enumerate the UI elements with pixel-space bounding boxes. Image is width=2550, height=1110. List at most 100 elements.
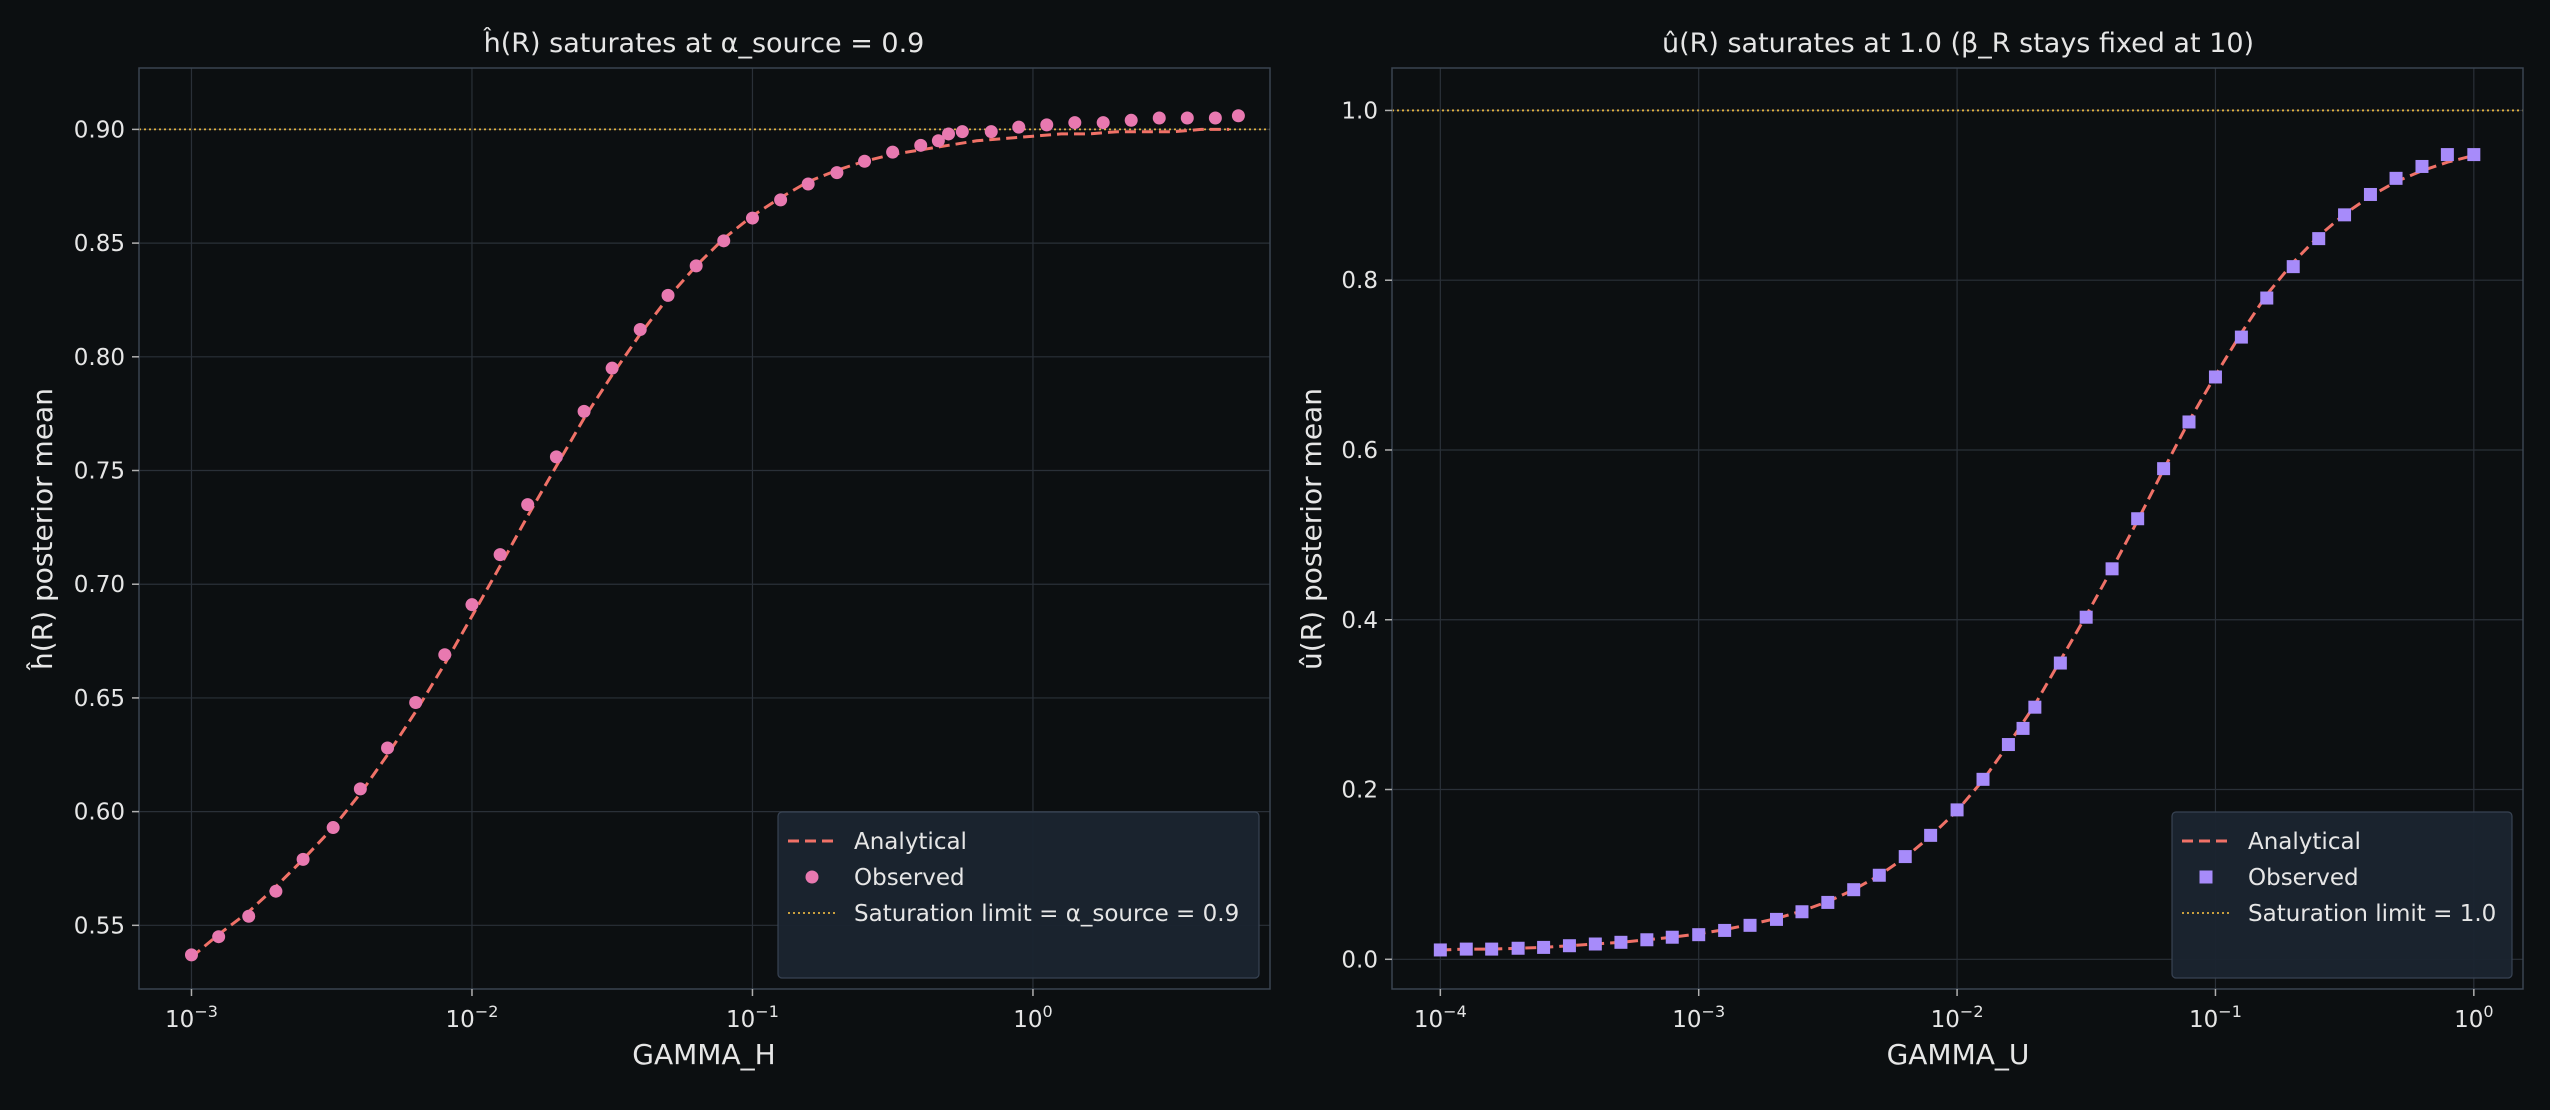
- right-observed-point: [1743, 918, 1757, 932]
- right-x-tick-label: 10−1: [2189, 1002, 2242, 1033]
- right-observed-point: [1898, 850, 1912, 864]
- left-legend-observed-swatch: [805, 870, 819, 884]
- left-chart-xlabel: GAMMA_H: [632, 1038, 775, 1071]
- left-y-tick-label: 0.80: [74, 345, 125, 371]
- left-observed-point: [493, 548, 507, 562]
- left-y-tick-label: 0.85: [74, 231, 125, 257]
- left-chart-title: ĥ(R) saturates at α_source = 0.9: [483, 27, 925, 59]
- right-observed-point: [1640, 933, 1654, 947]
- left-observed-point: [774, 193, 788, 207]
- left-observed-point: [184, 948, 198, 962]
- left-y-tick-label: 0.60: [74, 800, 125, 826]
- left-observed-point: [830, 166, 844, 180]
- left-x-tick-label: 10−3: [165, 1002, 218, 1033]
- right-observed-point: [2389, 171, 2403, 185]
- right-legend-saturation-label: Saturation limit = 1.0: [2248, 901, 2496, 927]
- left-observed-point: [801, 177, 815, 191]
- left-observed-point: [242, 909, 256, 923]
- left-observed-point: [1040, 118, 1054, 132]
- right-observed-point: [1692, 928, 1706, 942]
- right-chart-xlabel: GAMMA_U: [1887, 1038, 2030, 1071]
- left-observed-point: [745, 211, 759, 225]
- right-observed-point: [1511, 941, 1525, 955]
- right-observed-point: [2053, 656, 2067, 670]
- right-observed-point: [2286, 260, 2300, 274]
- right-observed-point: [2131, 512, 2145, 526]
- left-observed-point: [521, 498, 535, 512]
- right-x-tick-label: 100: [2454, 1002, 2493, 1033]
- right-observed-point: [2016, 721, 2030, 735]
- left-y-tick-label: 0.55: [74, 913, 125, 939]
- left-legend-observed-label: Observed: [854, 865, 965, 891]
- left-y-tick-label: 0.65: [74, 686, 125, 712]
- right-chart-ylabel: û(R) posterior mean: [1295, 388, 1328, 670]
- right-observed-point: [1459, 942, 1473, 956]
- right-y-tick-label: 0.0: [1341, 947, 1378, 973]
- right-x-tick-label: 10−4: [1414, 1002, 1467, 1033]
- right-x-tick-label: 10−2: [1931, 1002, 1984, 1033]
- left-legend-analytical-label: Analytical: [854, 829, 967, 855]
- right-observed-point: [2234, 330, 2248, 344]
- right-y-tick-label: 0.4: [1341, 608, 1378, 634]
- right-legend-analytical-label: Analytical: [2248, 829, 2361, 855]
- right-legend-observed-label: Observed: [2248, 865, 2359, 891]
- left-observed-point: [984, 125, 998, 139]
- figure-canvas: ĥ(R) saturates at α_source = 0.9 GAMMA_H…: [25, 27, 2524, 1071]
- left-observed-point: [1096, 116, 1110, 130]
- left-observed-point: [1208, 111, 1222, 125]
- left-observed-point: [858, 154, 872, 168]
- right-observed-point: [2157, 462, 2171, 476]
- right-observed-point: [2208, 370, 2222, 384]
- right-chart-title: û(R) saturates at 1.0 (β_R stays fixed a…: [1662, 28, 2254, 59]
- left-observed-point: [1180, 111, 1194, 125]
- left-observed-point: [1231, 109, 1245, 123]
- left-observed-point: [886, 145, 900, 159]
- left-observed-point: [1012, 120, 1026, 134]
- right-y-tick-label: 0.2: [1341, 778, 1378, 804]
- left-observed-point: [1068, 116, 1082, 130]
- right-observed-point: [1485, 942, 1499, 956]
- right-observed-point: [1872, 868, 1886, 882]
- right-observed-point: [1795, 905, 1809, 919]
- left-y-tick-label: 0.70: [74, 572, 125, 598]
- right-x-tick-label: 10−3: [1672, 1002, 1725, 1033]
- left-observed-point: [381, 741, 395, 755]
- right-observed-point: [1950, 803, 1964, 817]
- left-y-tick-label: 0.90: [74, 117, 125, 143]
- left-x-tick-label: 10−1: [726, 1002, 779, 1033]
- right-observed-point: [2182, 415, 2196, 429]
- right-legend-observed-swatch: [2199, 870, 2213, 884]
- left-observed-point: [577, 404, 591, 418]
- left-chart-ylabel: ĥ(R) posterior mean: [25, 388, 59, 671]
- right-observed-point: [1718, 923, 1732, 937]
- right-observed-point: [1537, 940, 1551, 954]
- left-observed-point: [605, 361, 619, 375]
- right-observed-point: [2260, 291, 2274, 305]
- left-x-tick-label: 100: [1013, 1002, 1052, 1033]
- left-observed-point: [438, 648, 452, 662]
- right-observed-point: [2001, 738, 2015, 752]
- right-observed-point: [2079, 610, 2093, 624]
- right-y-tick-label: 0.8: [1341, 268, 1378, 294]
- right-observed-point: [2415, 159, 2429, 173]
- right-observed-point: [2338, 208, 2352, 222]
- right-observed-point: [1769, 912, 1783, 926]
- right-observed-point: [1665, 930, 1679, 944]
- right-observed-point: [2467, 148, 2481, 162]
- left-observed-point: [717, 234, 731, 248]
- right-observed-point: [2105, 562, 2119, 576]
- right-observed-point: [2028, 700, 2042, 714]
- right-chart-panel: û(R) saturates at 1.0 (β_R stays fixed a…: [1295, 28, 2524, 1071]
- figure: ĥ(R) saturates at α_source = 0.9 GAMMA_H…: [0, 0, 2550, 1105]
- right-observed-point: [1847, 883, 1861, 897]
- right-observed-point: [1562, 939, 1576, 953]
- right-observed-point: [2312, 232, 2326, 246]
- right-observed-point: [2440, 148, 2454, 162]
- right-y-tick-label: 0.6: [1341, 438, 1378, 464]
- left-observed-point: [914, 138, 928, 152]
- left-observed-point: [212, 930, 226, 944]
- left-legend-saturation-label: Saturation limit = α_source = 0.9: [854, 901, 1239, 927]
- left-observed-point: [1152, 111, 1166, 125]
- right-observed-point: [1614, 935, 1628, 949]
- left-observed-point: [633, 323, 647, 337]
